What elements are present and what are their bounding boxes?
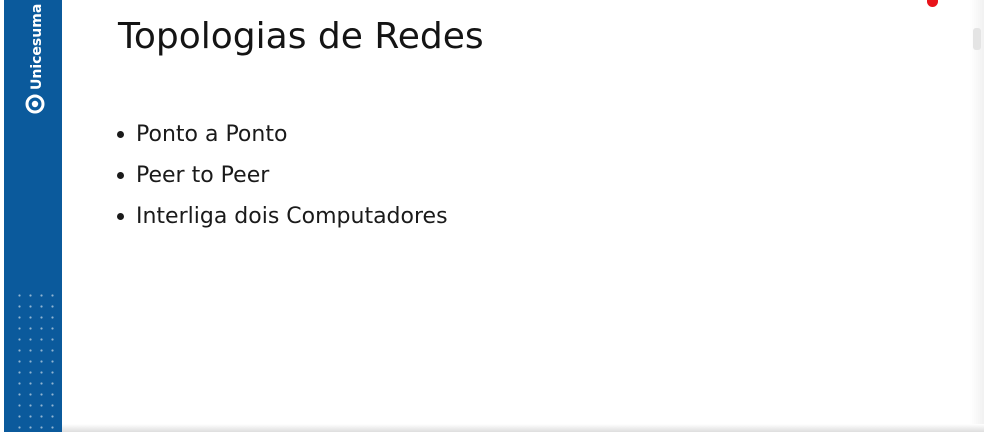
scrollbar-thumb[interactable] [973, 28, 981, 50]
bullet-text: Ponto a Ponto [136, 122, 288, 147]
slide: Unicesumar Topologias de Redes Ponto a P… [0, 0, 984, 432]
bottom-edge-shadow [62, 424, 984, 432]
slide-title: Topologias de Redes [118, 16, 484, 57]
bullet-icon [117, 131, 124, 138]
bullet-text: Interliga dois Computadores [136, 204, 448, 229]
bullet-text: Peer to Peer [136, 163, 270, 188]
unicesumar-logo-icon: Unicesumar [25, 4, 45, 114]
laser-pointer-icon [927, 0, 938, 7]
brand-logo: Unicesumar [21, 4, 49, 120]
brand-sidebar: Unicesumar [4, 0, 62, 432]
bullet-icon [117, 213, 124, 220]
bullet-item: Interliga dois Computadores [112, 198, 448, 239]
decorative-dot-grid [14, 290, 58, 430]
bullet-item: Peer to Peer [112, 157, 448, 198]
brand-name: Unicesumar [29, 4, 45, 90]
bullet-list: Ponto a Ponto Peer to Peer Interliga doi… [112, 116, 448, 239]
bullet-item: Ponto a Ponto [112, 116, 448, 157]
bullet-icon [117, 172, 124, 179]
scrollbar-track[interactable] [970, 0, 984, 432]
